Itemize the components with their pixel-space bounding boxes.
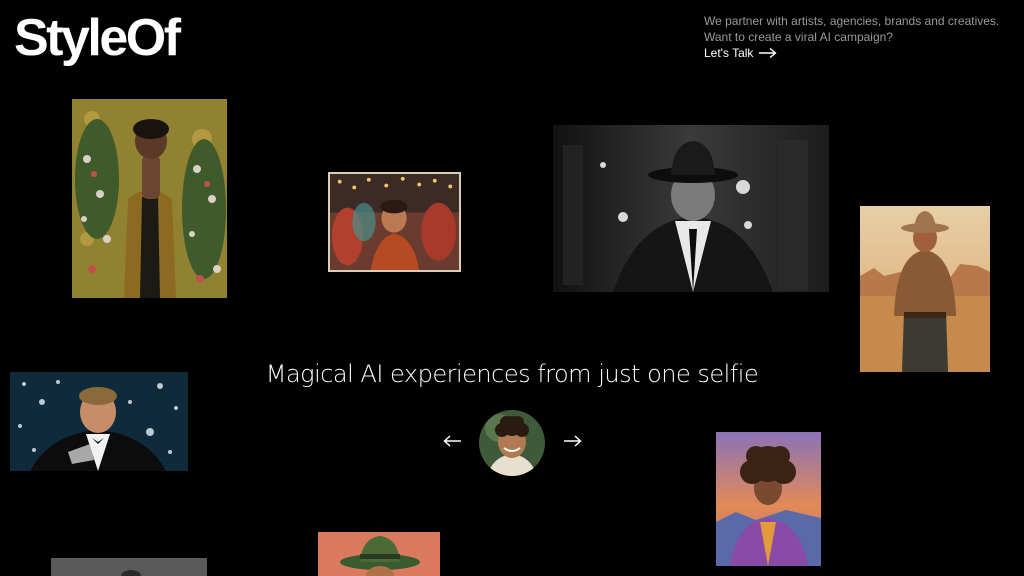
partial-bottom-portrait: [51, 558, 207, 576]
lets-talk-label: Let's Talk: [704, 46, 754, 60]
prev-style-button[interactable]: [438, 430, 466, 456]
party-lights-portrait: [328, 172, 461, 272]
brand-logo[interactable]: StyleOf: [14, 8, 181, 68]
partner-pitch: We partner with artists, agencies, brand…: [704, 13, 1014, 45]
lets-talk-link[interactable]: Let's Talk: [704, 45, 778, 61]
arrow-right-icon: [759, 48, 778, 58]
selfie-avatar[interactable]: [479, 410, 545, 476]
arrow-left-icon: [443, 434, 461, 452]
pitch-line-1: We partner with artists, agencies, brand…: [704, 14, 1000, 28]
arrow-right-icon: [564, 434, 582, 452]
cowboy-desert-portrait: [860, 206, 990, 372]
red-cowboy-portrait: [318, 532, 440, 576]
floral-art-portrait: [72, 99, 227, 298]
psychedelic-art-portrait: [716, 432, 821, 566]
next-style-button[interactable]: [559, 430, 587, 456]
pitch-line-2: Want to create a viral AI campaign?: [704, 30, 893, 44]
noir-fedora-portrait: [553, 125, 829, 292]
hero-headline: Magical AI experiences from just one sel…: [265, 360, 759, 388]
